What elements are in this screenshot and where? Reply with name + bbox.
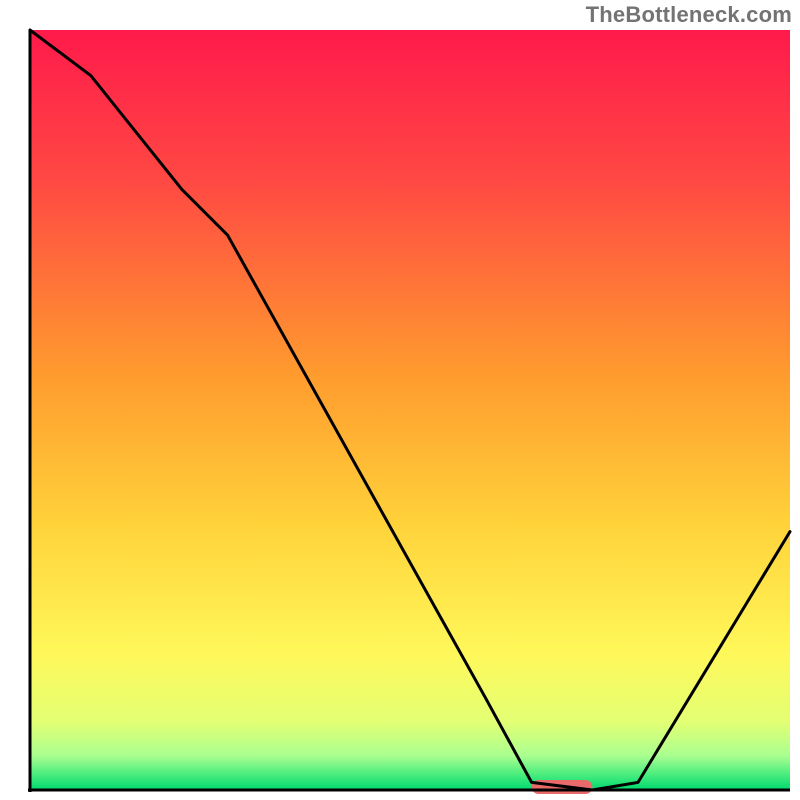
bottleneck-curve-chart: [0, 0, 800, 800]
watermark-text: TheBottleneck.com: [586, 2, 792, 28]
chart-stage: TheBottleneck.com: [0, 0, 800, 800]
